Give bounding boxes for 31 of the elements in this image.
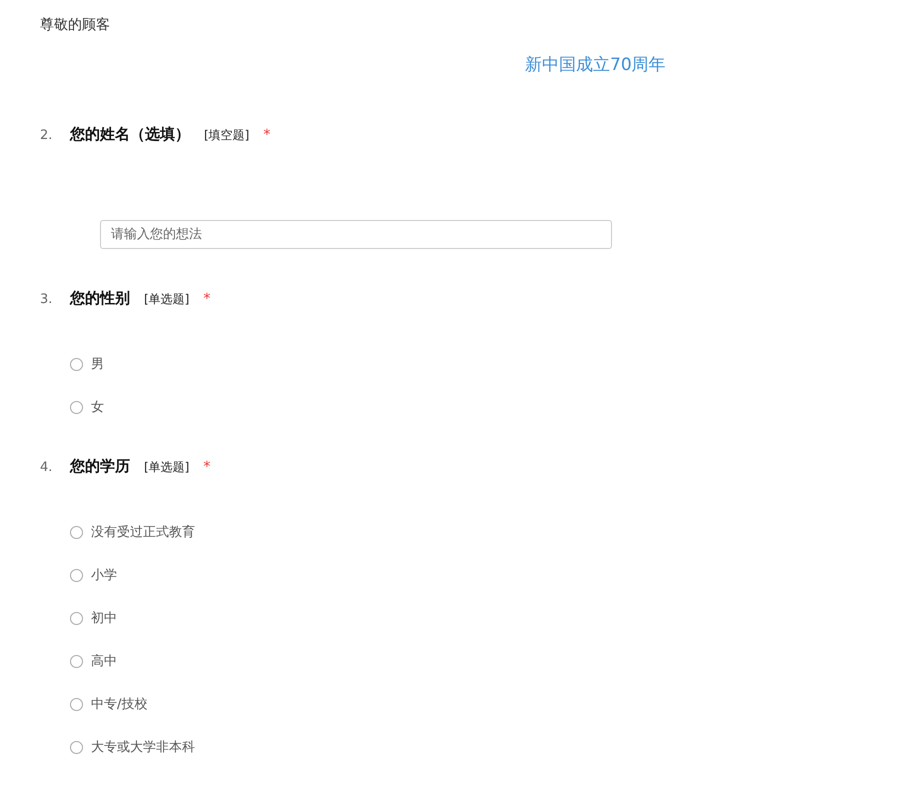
option-label[interactable]: 女 <box>91 398 104 416</box>
required-mark: * <box>263 127 270 143</box>
question-title: 您的姓名（选填） <box>70 125 190 144</box>
required-mark: * <box>203 291 210 307</box>
question-number: 2. <box>40 128 54 143</box>
question-number: 4. <box>40 460 54 475</box>
radio-button[interactable] <box>70 740 83 754</box>
option-label[interactable]: 小学 <box>91 566 117 584</box>
option-label[interactable]: 没有受过正式教育 <box>91 523 195 541</box>
option-label[interactable]: 男 <box>91 355 104 373</box>
required-mark: * <box>203 459 210 475</box>
option-label[interactable]: 初中 <box>91 609 117 627</box>
question-number: 3. <box>40 292 54 307</box>
input-field[interactable]: 请输入您的想法 <box>100 220 612 249</box>
greeting-text: 尊敬的顾客 <box>40 16 111 35</box>
question-type: [单选题] <box>144 291 190 308</box>
question-title: 您的学历 <box>70 457 130 476</box>
radio-button[interactable] <box>70 526 83 538</box>
option-label[interactable]: 大专或大学非本科 <box>91 738 195 756</box>
survey-title: 新中国成立70周年 <box>525 54 666 77</box>
question-title: 您的性别 <box>70 289 130 308</box>
option-label[interactable]: 高中 <box>91 652 117 670</box>
radio-button[interactable] <box>70 654 83 668</box>
radio-button[interactable] <box>70 568 83 582</box>
radio-button[interactable] <box>70 400 83 414</box>
option-label[interactable]: 中专/技校 <box>91 695 148 713</box>
question-type: [填空题] <box>204 127 250 144</box>
radio-button[interactable] <box>70 698 83 710</box>
question-type: [单选题] <box>144 459 190 476</box>
radio-button[interactable] <box>70 612 83 624</box>
radio-button[interactable] <box>70 358 83 370</box>
